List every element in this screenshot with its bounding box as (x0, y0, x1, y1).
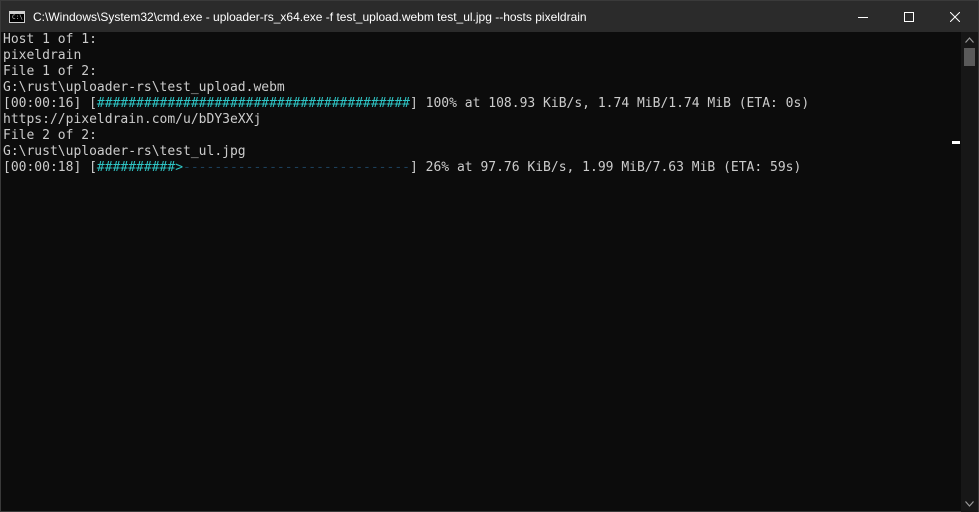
console-output[interactable]: Host 1 of 1: pixeldrain File 1 of 2: G:\… (3, 32, 961, 512)
progress-bar-filled: ##########> (96, 160, 184, 175)
title-bar[interactable]: C:\ C:\Windows\System32\cmd.exe - upload… (1, 1, 978, 32)
console-line: File 2 of 2: (3, 128, 97, 143)
scroll-down-button[interactable] (961, 496, 978, 512)
minimize-button[interactable] (840, 1, 886, 32)
maximize-icon (904, 11, 914, 22)
chevron-up-icon (965, 37, 974, 43)
close-button[interactable] (932, 1, 978, 32)
progress-stats: ] 26% at 97.76 KiB/s, 1.99 MiB/7.63 MiB … (410, 160, 802, 175)
progress-bar-empty: ----------------------------- (183, 160, 410, 175)
window-title: C:\Windows\System32\cmd.exe - uploader-r… (33, 9, 587, 24)
close-icon (950, 11, 960, 22)
progress-time: [00:00:16] [ (3, 96, 97, 111)
minimize-icon (858, 16, 868, 18)
progress-line-file-1: [00:00:16] [############################… (3, 96, 961, 112)
text-cursor (952, 141, 960, 144)
upload-url: https://pixeldrain.com/u/bDY3eXXj (3, 112, 262, 127)
console-line: Host 1 of 1: (3, 32, 97, 47)
cmd-icon[interactable]: C:\ (9, 10, 25, 23)
console-line: G:\rust\uploader-rs\test_upload.webm (3, 80, 285, 95)
progress-time: [00:00:18] [ (3, 160, 97, 175)
progress-bar-filled: ######################################## (96, 96, 410, 111)
console-window: C:\ C:\Windows\System32\cmd.exe - upload… (0, 0, 979, 512)
progress-line-file-2: [00:00:18] [##########>-----------------… (3, 160, 961, 176)
chevron-down-icon (965, 501, 974, 507)
maximize-button[interactable] (886, 1, 932, 32)
console-line: pixeldrain (3, 48, 82, 63)
scroll-up-button[interactable] (961, 32, 978, 48)
console-line: G:\rust\uploader-rs\test_ul.jpg (3, 144, 246, 159)
vertical-scrollbar[interactable] (961, 32, 978, 512)
console-line: File 1 of 2: (3, 64, 97, 79)
scroll-thumb[interactable] (964, 48, 975, 66)
progress-stats: ] 100% at 108.93 KiB/s, 1.74 MiB/1.74 Mi… (410, 96, 810, 111)
